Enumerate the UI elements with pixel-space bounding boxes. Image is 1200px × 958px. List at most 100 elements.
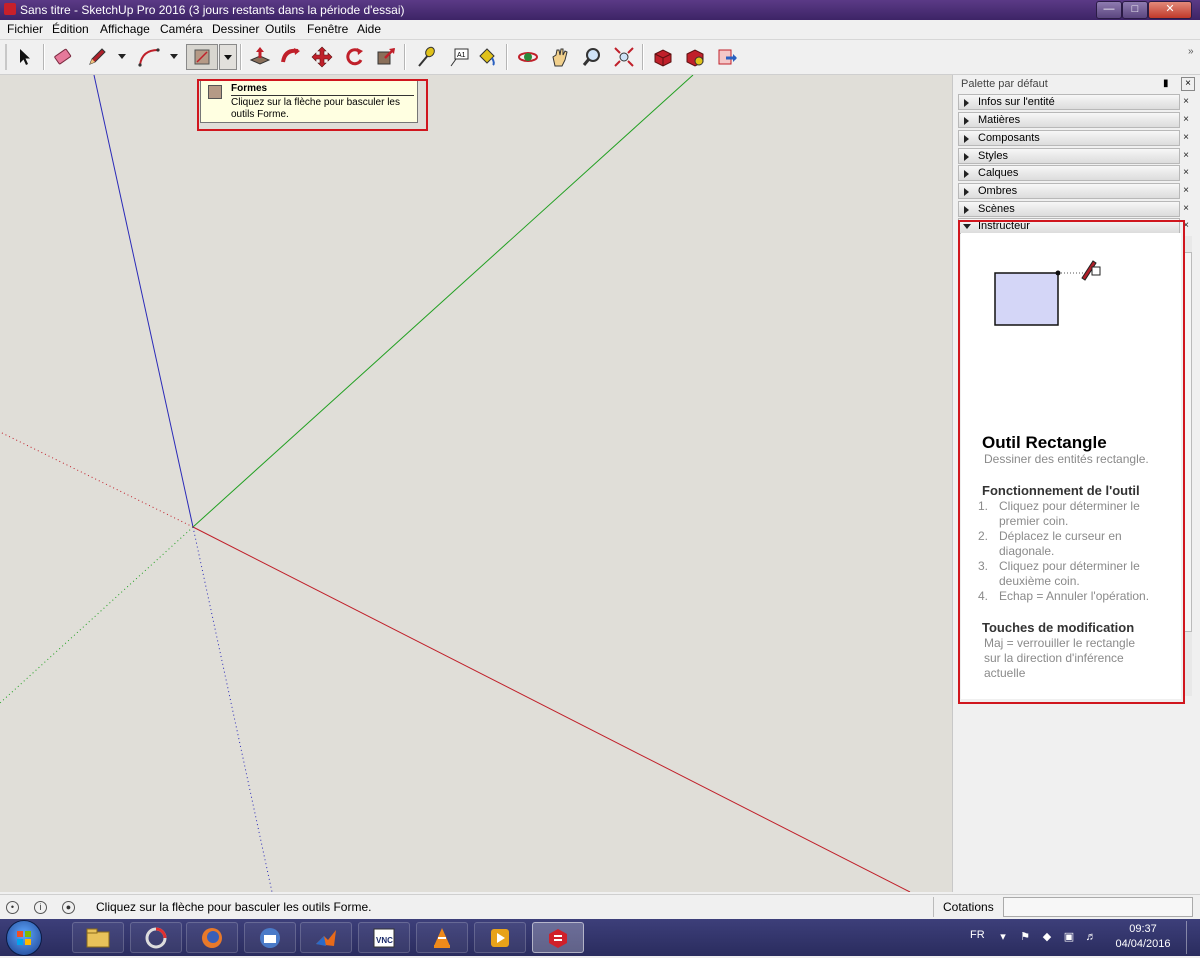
geolocation-icon[interactable]: • [6,901,19,914]
status-message: Cliquez sur la flèche pour basculer les … [96,900,372,914]
tray-title: Palette par défaut [961,78,1048,90]
line-tools-dropdown[interactable] [118,54,126,59]
pencil-icon[interactable] [84,44,110,70]
shapes-icon[interactable] [186,44,218,70]
info-icon[interactable]: i [34,901,47,914]
scrollbar-thumb[interactable] [1184,252,1192,632]
chevron-right-icon [964,206,969,214]
minimize-button[interactable]: — [1096,1,1122,19]
tray-item-layers[interactable]: Calques [958,165,1180,181]
layout-send-icon[interactable] [714,44,740,70]
flag-icon[interactable]: ⚑ [1018,930,1032,944]
user-icon[interactable]: ● [62,901,75,914]
menu-outils[interactable]: Outils [265,22,296,36]
toolbar: A1 » [0,40,1200,75]
app-icon[interactable] [130,922,182,953]
explorer-icon[interactable] [72,922,124,953]
menu-affichage[interactable]: Affichage [100,22,150,36]
close-icon[interactable]: × [1180,184,1192,198]
tray-item-materials[interactable]: Matières [958,112,1180,128]
start-orb[interactable] [6,920,42,956]
network-icon[interactable]: ◆ [1040,930,1054,944]
svg-text:A1: A1 [457,52,466,59]
thunderbird-icon[interactable] [244,922,296,953]
select-icon[interactable] [12,44,38,70]
push-pull-icon[interactable] [247,44,273,70]
media-player-icon[interactable] [474,922,526,953]
title-bar: Sans titre - SketchUp Pro 2016 (3 jours … [0,0,1200,20]
tape-measure-icon[interactable] [413,44,439,70]
close-icon[interactable]: × [1180,95,1192,109]
volume-icon[interactable]: ♬ [1084,930,1098,944]
tray-close-button[interactable]: × [1181,77,1195,91]
vlc-icon[interactable] [416,922,468,953]
arc-icon[interactable] [136,44,162,70]
menu-fenetre[interactable]: Fenêtre [307,22,348,36]
toolbar-grip[interactable] [5,44,7,70]
menu-bar: Fichier Édition Affichage Caméra Dessine… [0,20,1200,40]
orbit-icon[interactable] [515,44,541,70]
window-title: Sans titre - SketchUp Pro 2016 (3 jours … [20,3,405,17]
clock-date[interactable]: 04/04/2016 [1112,938,1174,950]
drawing-canvas[interactable] [0,75,952,892]
tray-item-styles[interactable]: Styles [958,148,1180,164]
toolbar-separator [43,44,45,70]
toolbar-overflow-icon[interactable]: » [1188,46,1194,57]
clock-time[interactable]: 09:37 [1116,923,1170,935]
toolbar-separator [240,44,242,70]
monitor-icon[interactable]: ▣ [1062,930,1076,944]
move-icon[interactable] [309,44,335,70]
close-icon[interactable]: × [1180,131,1192,145]
chevron-down-icon[interactable]: ▾ [996,930,1010,944]
menu-dessiner[interactable]: Dessiner [212,22,259,36]
status-divider [933,897,934,917]
language-indicator[interactable]: FR [970,929,985,941]
maximize-button[interactable]: □ [1122,1,1148,19]
status-bar: • i ● Cliquez sur la flèche pour bascule… [0,894,1200,919]
3d-warehouse-icon[interactable] [650,44,676,70]
tray-item-shadows[interactable]: Ombres [958,183,1180,199]
extension-warehouse-icon[interactable] [682,44,708,70]
green-axis-line [192,75,694,528]
firefox-icon[interactable] [186,922,238,953]
sketchup-app-icon [4,3,16,15]
rotate-icon[interactable] [341,44,367,70]
text-icon[interactable]: A1 [446,44,472,70]
close-icon[interactable]: × [1180,149,1192,163]
chevron-right-icon [964,117,969,125]
matlab-icon[interactable] [300,922,352,953]
measurements-input[interactable] [1003,897,1193,917]
tray-item-entity-info[interactable]: Infos sur l'entité [958,94,1180,110]
menu-camera[interactable]: Caméra [160,22,203,36]
vnc-icon[interactable]: VNC [358,922,410,953]
close-button[interactable]: ✕ [1148,1,1192,19]
menu-edition[interactable]: Édition [52,22,89,36]
close-icon[interactable]: × [1180,113,1192,127]
arc-tools-dropdown[interactable] [170,54,178,59]
follow-me-icon[interactable] [278,44,304,70]
sketchup-icon[interactable] [532,922,584,953]
zoom-extents-icon[interactable] [611,44,637,70]
menu-aide[interactable]: Aide [357,22,381,36]
zoom-icon[interactable] [579,44,605,70]
eraser-icon[interactable] [50,44,76,70]
pin-icon[interactable]: ▮ [1163,78,1169,89]
show-desktop-button[interactable] [1186,921,1199,954]
paint-bucket-icon[interactable] [474,44,500,70]
chevron-right-icon [964,188,969,196]
chevron-right-icon [964,135,969,143]
chevron-right-icon [964,153,969,161]
pan-icon[interactable] [547,44,573,70]
blue-axis-negative [192,526,273,892]
highlight-box [197,79,428,131]
menu-fichier[interactable]: Fichier [7,22,43,36]
scale-icon[interactable] [373,44,399,70]
shapes-dropdown-button[interactable] [219,44,237,70]
chevron-right-icon [964,99,969,107]
close-icon[interactable]: × [1180,202,1192,216]
tray-item-scenes[interactable]: Scènes [958,201,1180,217]
tray-item-components[interactable]: Composants [958,130,1180,146]
close-icon[interactable]: × [1180,166,1192,180]
red-axis-line [192,526,911,892]
toolbar-separator [506,44,508,70]
